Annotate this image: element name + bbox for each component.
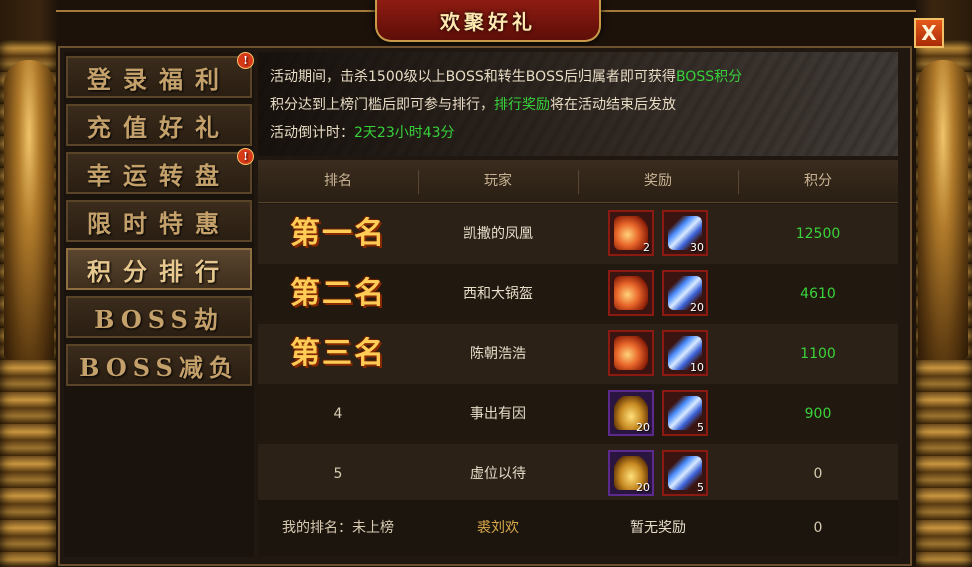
table-row: 第二名 西和大锅盔 20 4610 bbox=[258, 264, 898, 324]
countdown-timer: 2天23小时43分 bbox=[354, 125, 455, 141]
my-player-name: 裘刘欢 bbox=[477, 520, 519, 536]
sidebar-item-lucky-wheel[interactable]: 幸运转盘 ! bbox=[66, 148, 254, 194]
table-row: 第一名 凯撒的凤凰 2 30 12500 bbox=[258, 204, 898, 264]
info-line-3: 活动倒计时：2天23小时43分 bbox=[270, 122, 455, 142]
rank-title: 第三名 bbox=[290, 336, 386, 371]
info-highlight: BOSS积分 bbox=[675, 69, 743, 85]
info-text: 将在活动结束后发放 bbox=[550, 97, 676, 113]
table-header: 排名 玩家 奖励 积分 bbox=[258, 160, 898, 203]
my-reward-status: 暂无奖励 bbox=[630, 520, 686, 536]
potion-icon bbox=[614, 336, 648, 370]
rank-title: 第一名 bbox=[290, 216, 386, 251]
rank-title: 第二名 bbox=[290, 276, 386, 311]
item-count: 20 bbox=[636, 421, 650, 434]
window-frame: 欢聚好礼 X 登录福利 ! 充值好礼 幸运转盘 ! 限时特惠 积分排行 BOSS… bbox=[0, 0, 972, 567]
item-count: 2 bbox=[643, 241, 650, 254]
player-name: 虚位以待 bbox=[470, 466, 526, 482]
rank-number: 4 bbox=[333, 406, 343, 422]
table-row: 第三名 陈朝浩浩 10 1100 bbox=[258, 324, 898, 384]
sidebar-item-login-bonus[interactable]: 登录福利 ! bbox=[66, 52, 254, 98]
item-count: 20 bbox=[690, 301, 704, 314]
player-name: 西和大锅盔 bbox=[463, 286, 533, 302]
ranking-table: 排名 玩家 奖励 积分 第一名 凯撒的凤凰 2 30 12500 第二名 西和大… bbox=[258, 160, 898, 558]
item-count: 10 bbox=[690, 361, 704, 374]
left-statue-decoration bbox=[4, 60, 54, 360]
potion-icon bbox=[614, 276, 648, 310]
table-row: 5 虚位以待 20 5 0 bbox=[258, 444, 898, 504]
reward-item[interactable]: 5 bbox=[662, 450, 708, 496]
info-highlight: 排行奖励 bbox=[494, 97, 550, 113]
window-title: 欢聚好礼 bbox=[440, 9, 536, 34]
reward-item[interactable] bbox=[608, 270, 654, 316]
reward-item[interactable] bbox=[608, 330, 654, 376]
info-line-1: 活动期间，击杀1500级以上BOSS和转生BOSS后归属者即可获得BOSS积分 bbox=[270, 66, 742, 86]
reward-item[interactable]: 5 bbox=[662, 390, 708, 436]
info-text: 活动倒计时： bbox=[270, 125, 354, 141]
sidebar-item-label: 充值好礼 bbox=[87, 112, 231, 142]
score-value: 0 bbox=[813, 466, 823, 482]
reward-item[interactable]: 2 bbox=[608, 210, 654, 256]
sidebar-item-recharge-gift[interactable]: 充值好礼 bbox=[66, 104, 252, 146]
info-line-2: 积分达到上榜门槛后即可参与排行，排行奖励将在活动结束后发放 bbox=[270, 94, 676, 114]
reward-item[interactable]: 20 bbox=[608, 390, 654, 436]
item-count: 5 bbox=[697, 421, 704, 434]
column-header-rank: 排名 bbox=[324, 173, 352, 189]
my-rank-row: 我的排名：未上榜 裘刘欢 暂无奖励 0 bbox=[258, 500, 898, 556]
score-value: 12500 bbox=[795, 226, 841, 242]
my-score: 0 bbox=[813, 520, 823, 536]
sidebar-item-label: BOSS劫 bbox=[94, 304, 224, 334]
sidebar-item-limited-sale[interactable]: 限时特惠 bbox=[66, 200, 252, 242]
item-count: 30 bbox=[690, 241, 704, 254]
alert-badge: ! bbox=[237, 148, 254, 165]
window-title-bar: 欢聚好礼 bbox=[375, 0, 601, 42]
reward-item[interactable]: 20 bbox=[662, 270, 708, 316]
my-rank-label: 我的排名：未上榜 bbox=[282, 520, 394, 536]
player-name: 凯撒的凤凰 bbox=[463, 226, 533, 242]
reward-item[interactable]: 20 bbox=[608, 450, 654, 496]
player-name: 事出有因 bbox=[470, 406, 526, 422]
score-value: 1100 bbox=[800, 346, 836, 362]
item-count: 20 bbox=[636, 481, 650, 494]
sidebar-item-boss-reduce[interactable]: BOSS减负 bbox=[66, 344, 252, 386]
rank-number: 5 bbox=[333, 466, 343, 482]
column-header-reward: 奖励 bbox=[644, 173, 672, 189]
reward-item[interactable]: 30 bbox=[662, 210, 708, 256]
table-row: 4 事出有因 20 5 900 bbox=[258, 384, 898, 444]
info-text: 活动期间，击杀1500级以上BOSS和转生BOSS后归属者即可获得 bbox=[270, 69, 676, 85]
score-value: 4610 bbox=[800, 286, 836, 302]
info-text: 积分达到上榜门槛后即可参与排行， bbox=[270, 97, 494, 113]
sidebar: 登录福利 ! 充值好礼 幸运转盘 ! 限时特惠 积分排行 BOSS劫 BOSS减… bbox=[64, 52, 254, 557]
sidebar-item-label: 幸运转盘 bbox=[87, 160, 231, 190]
close-button[interactable]: X bbox=[914, 18, 944, 48]
column-header-score: 积分 bbox=[804, 173, 832, 189]
player-name: 陈朝浩浩 bbox=[470, 346, 526, 362]
right-statue-decoration bbox=[918, 60, 968, 360]
item-count: 5 bbox=[697, 481, 704, 494]
sidebar-item-label: 积分排行 bbox=[87, 256, 231, 286]
sidebar-item-boss-raid[interactable]: BOSS劫 bbox=[66, 296, 252, 338]
column-header-player: 玩家 bbox=[484, 173, 512, 189]
reward-item[interactable]: 10 bbox=[662, 330, 708, 376]
sidebar-item-label: BOSS减负 bbox=[79, 352, 239, 382]
sidebar-item-label: 限时特惠 bbox=[87, 208, 231, 238]
sidebar-item-points-ranking[interactable]: 积分排行 bbox=[66, 248, 252, 290]
event-info-banner: 活动期间，击杀1500级以上BOSS和转生BOSS后归属者即可获得BOSS积分 … bbox=[258, 52, 898, 156]
sidebar-item-label: 登录福利 bbox=[87, 64, 231, 94]
alert-badge: ! bbox=[237, 52, 254, 69]
score-value: 900 bbox=[804, 406, 832, 422]
